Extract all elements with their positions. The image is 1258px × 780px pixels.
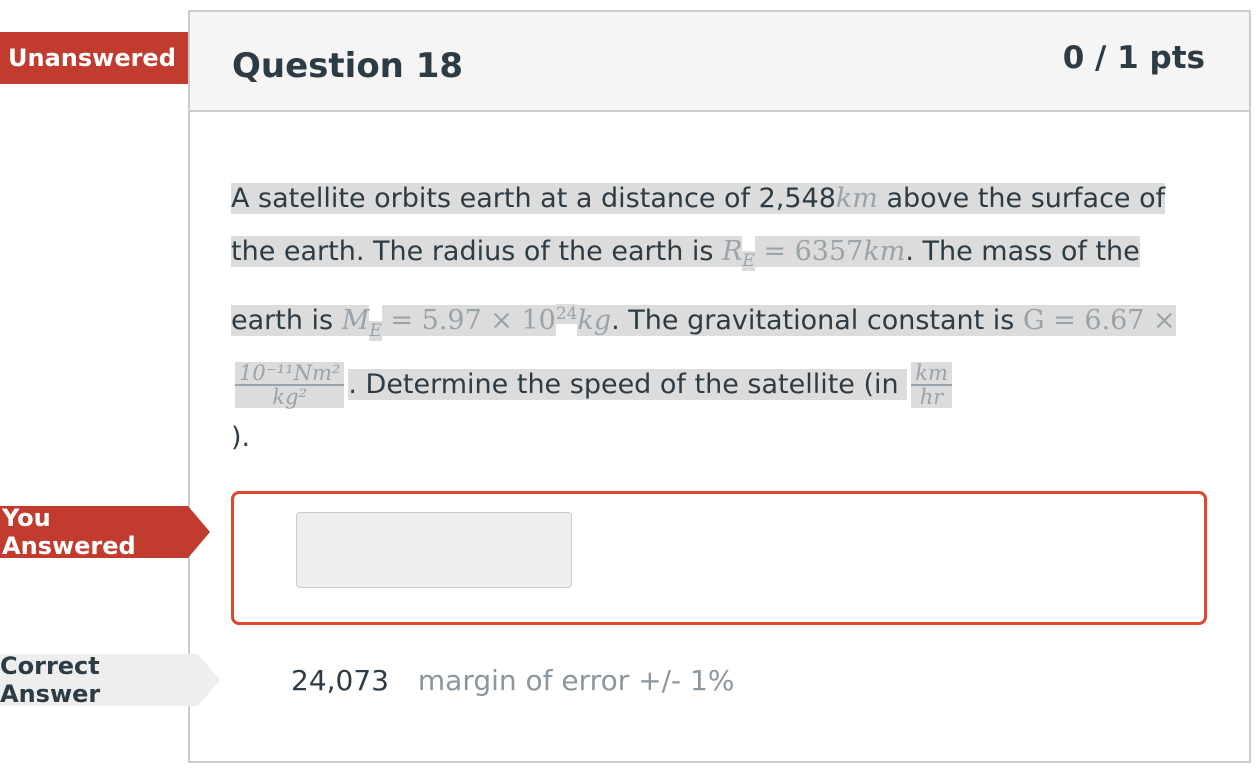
- you-answered-label: You Answered: [2, 504, 136, 560]
- answer-unit-denominator: hr: [919, 385, 944, 410]
- gravity-constant: G = 6.67 ×: [1022, 305, 1176, 337]
- answer-input[interactable]: [296, 512, 572, 588]
- your-answer-box: [231, 491, 1207, 625]
- mass-subscript: E: [369, 320, 382, 341]
- gravity-unit-numerator: 10⁻¹¹Nm²: [235, 362, 345, 387]
- correct-answer-label: Correct Answer: [0, 652, 101, 708]
- correct-answer-flag: Correct Answer: [0, 652, 220, 708]
- question-title: Question 18: [232, 46, 464, 86]
- you-answered-flag: You Answered: [0, 504, 210, 560]
- unanswered-flag: Unanswered: [0, 32, 222, 84]
- radius-symbol: R: [722, 236, 743, 267]
- answer-unit-fraction: km hr: [911, 362, 952, 410]
- mass-value: = 5.97 × 10: [381, 305, 556, 337]
- radius-value: = 6357: [754, 236, 864, 267]
- question-text: A satellite orbits earth at a distance o…: [231, 172, 1207, 464]
- unanswered-label: Unanswered: [8, 44, 176, 72]
- question-text-part: ).: [231, 421, 251, 453]
- unit-kg: kg: [577, 305, 612, 337]
- correct-answer: 24,073 margin of error +/- 1%: [291, 664, 734, 697]
- margin-of-error: margin of error +/- 1%: [417, 664, 735, 697]
- correct-answer-value: 24,073: [291, 664, 389, 697]
- question-text-part: A satellite orbits earth at a distance o…: [231, 183, 836, 214]
- mass-exponent: 24: [555, 304, 578, 325]
- question-points: 0 / 1 pts: [1062, 40, 1205, 76]
- unit-km: km: [863, 236, 906, 267]
- mass-symbol: M: [341, 305, 370, 337]
- question-text-part: . The gravitational constant is: [611, 305, 1023, 337]
- question-header: Question 18 0 / 1 pts: [190, 12, 1249, 112]
- unit-km: km: [835, 183, 878, 214]
- question-text-part: . Determine the speed of the satellite (…: [348, 368, 908, 400]
- answer-unit-numerator: km: [911, 362, 952, 387]
- radius-subscript: E: [742, 251, 755, 272]
- gravity-unit-denominator: kg²: [272, 385, 307, 410]
- gravity-unit-fraction: 10⁻¹¹Nm² kg²: [235, 362, 345, 410]
